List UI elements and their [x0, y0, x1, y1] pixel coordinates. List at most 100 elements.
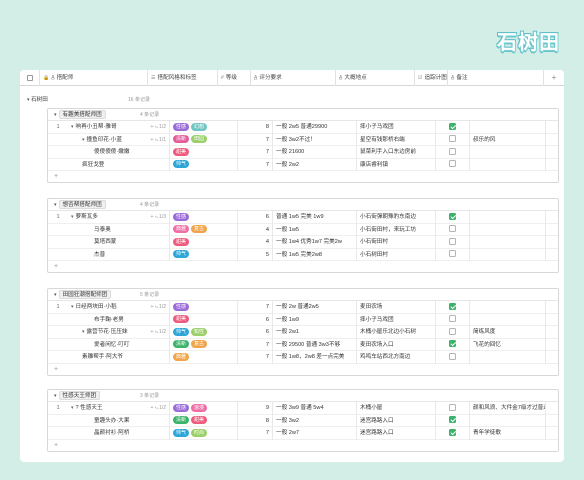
level-value[interactable]: 6: [238, 313, 273, 326]
collapse-icon[interactable]: ▾: [27, 97, 30, 103]
note[interactable]: [470, 158, 546, 171]
level-value[interactable]: 7: [238, 351, 273, 364]
track-cell[interactable]: [436, 326, 470, 339]
style-tags[interactable]: 性感: [170, 211, 238, 224]
row-name[interactable]: 素雕帮手·阿大爷: [68, 351, 170, 364]
note[interactable]: 颜和风浪、大件金7级才过普通: [470, 402, 546, 415]
location[interactable]: 摔小子马戏团: [357, 313, 436, 326]
collapse-icon[interactable]: ▾: [54, 292, 57, 298]
add-record-button[interactable]: +: [48, 171, 558, 182]
table-row[interactable]: 布手鞠·老男 甜美 6 一般 1w9 摔小子马戏团: [48, 313, 558, 326]
location[interactable]: 小石街彈朝豫豹东南边: [357, 211, 436, 224]
style-tags[interactable]: 清新 复古: [170, 338, 238, 351]
location[interactable]: 小石街田村: [357, 236, 436, 249]
track-cell[interactable]: [436, 158, 470, 171]
table-row[interactable]: 1 ▾ 萝斯瓦多 + ⤷ 1/3 性感 6 普通 1w5 完美 1w9 小石街彈朝豫豹东南边: [48, 211, 558, 224]
track-checkbox[interactable]: [449, 315, 456, 323]
table-row[interactable]: 晶颜衬衫·阿桥 帅气 时尚 7 一般 2w7 迷宫路路入口 青年学徒歌: [48, 427, 558, 440]
style-tags[interactable]: 性感: [170, 301, 238, 314]
style-tags[interactable]: 典雅 复古: [170, 223, 238, 236]
row-name[interactable]: ▾ 撞鱼印花·小蓝 + ⤷ 1/1: [68, 133, 170, 146]
eval-requirement[interactable]: 一般 2w5 普通29900: [273, 121, 357, 134]
eval-requirement[interactable]: 一般 21600: [273, 146, 357, 159]
track-checkbox[interactable]: [449, 237, 456, 245]
level-value[interactable]: 7: [238, 146, 273, 159]
group-header[interactable]: ▾ 想否帮搭配师团 4 条记录: [48, 199, 558, 211]
expand-icon[interactable]: ▾: [71, 304, 74, 310]
style-tags[interactable]: 清新 田园: [170, 133, 238, 146]
expand-icon[interactable]: ▾: [71, 405, 74, 411]
style-tags[interactable]: 甜美: [170, 236, 238, 249]
level-value[interactable]: 6: [238, 211, 273, 224]
location[interactable]: 麦田农场入口: [357, 338, 436, 351]
location[interactable]: 木桶小屋: [357, 402, 436, 415]
location[interactable]: 迷宫路路入口: [357, 414, 436, 427]
style-tags[interactable]: 性感 幻想: [170, 121, 238, 134]
track-cell[interactable]: [436, 338, 470, 351]
row-name[interactable]: 马泰奥: [68, 223, 170, 236]
row-name[interactable]: 莫塔西蒙: [68, 236, 170, 249]
group-header[interactable]: ▾ 田园狂潮搭配师团 5 条记录: [48, 289, 558, 301]
table-row[interactable]: ▾ 露营节花·压压妹 + ⤷ 1/2 帅气 知性 6 一般 2w1 木桶小屋乐北边小石树 简练风…: [48, 326, 558, 339]
note[interactable]: 飞花的回忆: [470, 338, 546, 351]
table-row[interactable]: 童趣头办·大果 清新 甜美 8 一般 3w2 迷宫路路入口: [48, 414, 558, 427]
note[interactable]: [470, 301, 546, 314]
location[interactable]: 康店睿利镇: [357, 158, 436, 171]
header-map[interactable]: A̲ 大概地点: [336, 70, 415, 86]
track-checkbox[interactable]: [449, 327, 456, 335]
row-name[interactable]: 童趣头办·大果: [68, 414, 170, 427]
style-tags[interactable]: 典雅: [170, 351, 238, 364]
track-cell[interactable]: [436, 402, 470, 415]
table-row[interactable]: 杰普 帅气 5 一般 1w5 完美2w8 小石树田村: [48, 248, 558, 261]
note[interactable]: [470, 236, 546, 249]
header-name[interactable]: 🔒 A̲ 搭配师: [40, 70, 148, 86]
note[interactable]: [470, 248, 546, 261]
collapse-icon[interactable]: ▾: [54, 112, 57, 118]
table-row[interactable]: 莫塔西蒙 甜美 4 一般 1w4 优秀1w7 完美2w 小石街田村: [48, 236, 558, 249]
eval-requirement[interactable]: 一般 29500 普通 3w3不够: [273, 338, 357, 351]
eval-requirement[interactable]: 一般 1w5: [273, 223, 357, 236]
level-value[interactable]: 7: [238, 427, 273, 440]
track-checkbox[interactable]: [449, 122, 456, 130]
note[interactable]: 叔乐的风: [470, 133, 546, 146]
group-header[interactable]: ▾ 有趣美搭配师团 4 条记录: [48, 109, 558, 121]
track-cell[interactable]: [436, 351, 470, 364]
table-row[interactable]: ▾ 撞鱼印花·小蓝 + ⤷ 1/1 清新 田园 7 一般 3w2不过！ 星空有钱那桥右端 叔乐的…: [48, 133, 558, 146]
table-row[interactable]: 疯狂戈登 帅气 7 一般 2w2 康店睿利镇: [48, 158, 558, 171]
eval-requirement[interactable]: 一般 3w2不过！: [273, 133, 357, 146]
row-name[interactable]: 爱者闲忆·叮叮: [68, 338, 170, 351]
track-cell[interactable]: [436, 301, 470, 314]
eval-requirement[interactable]: 一般 1w9: [273, 313, 357, 326]
track-cell[interactable]: [436, 121, 470, 134]
style-tags[interactable]: 帅气 时尚: [170, 427, 238, 440]
eval-requirement[interactable]: 一般 2w7: [273, 427, 357, 440]
level-value[interactable]: 4: [238, 223, 273, 236]
row-name[interactable]: 傻傻傻傻·嫩嫩: [68, 146, 170, 159]
top-group-header[interactable]: ▾ 石树田 16 条记录: [27, 94, 557, 106]
table-row[interactable]: 1 ▾ 日经两块田·小稻 + ⤷ 1/2 性感 7 一般 2w 普通2w5 麦田农场: [48, 301, 558, 314]
track-cell[interactable]: [436, 414, 470, 427]
level-value[interactable]: 7: [238, 301, 273, 314]
select-all-checkbox[interactable]: [26, 74, 33, 81]
track-checkbox[interactable]: [449, 160, 456, 168]
note[interactable]: 简练风度: [470, 326, 546, 339]
expand-icon[interactable]: ▾: [82, 329, 85, 335]
table-row[interactable]: 素雕帮手·阿大爷 典雅 7 一般 1w8，2w8 差一点完美 鸡鸣车站西北方南边: [48, 351, 558, 364]
level-value[interactable]: 7: [238, 158, 273, 171]
add-record-button[interactable]: +: [48, 261, 558, 272]
level-value[interactable]: 5: [238, 248, 273, 261]
eval-requirement[interactable]: 一般 2w1: [273, 326, 357, 339]
track-checkbox[interactable]: [449, 352, 456, 360]
track-cell[interactable]: [436, 146, 470, 159]
level-value[interactable]: 7: [238, 338, 273, 351]
track-checkbox[interactable]: [449, 340, 456, 348]
group-header[interactable]: ▾ 性感天王师团 3 条记录: [48, 390, 558, 402]
table-row[interactable]: 爱者闲忆·叮叮 清新 复古 7 一般 29500 普通 3w3不够 麦田农场入口 飞花的回忆: [48, 338, 558, 351]
header-select-all[interactable]: [20, 70, 40, 86]
header-level[interactable]: # 等级: [218, 70, 251, 86]
row-name[interactable]: 晶颜衬衫·阿桥: [68, 427, 170, 440]
location[interactable]: 迷宫路路入口: [357, 427, 436, 440]
expand-icon[interactable]: ▾: [82, 137, 85, 143]
row-name[interactable]: 杰普: [68, 248, 170, 261]
note[interactable]: [470, 211, 546, 224]
